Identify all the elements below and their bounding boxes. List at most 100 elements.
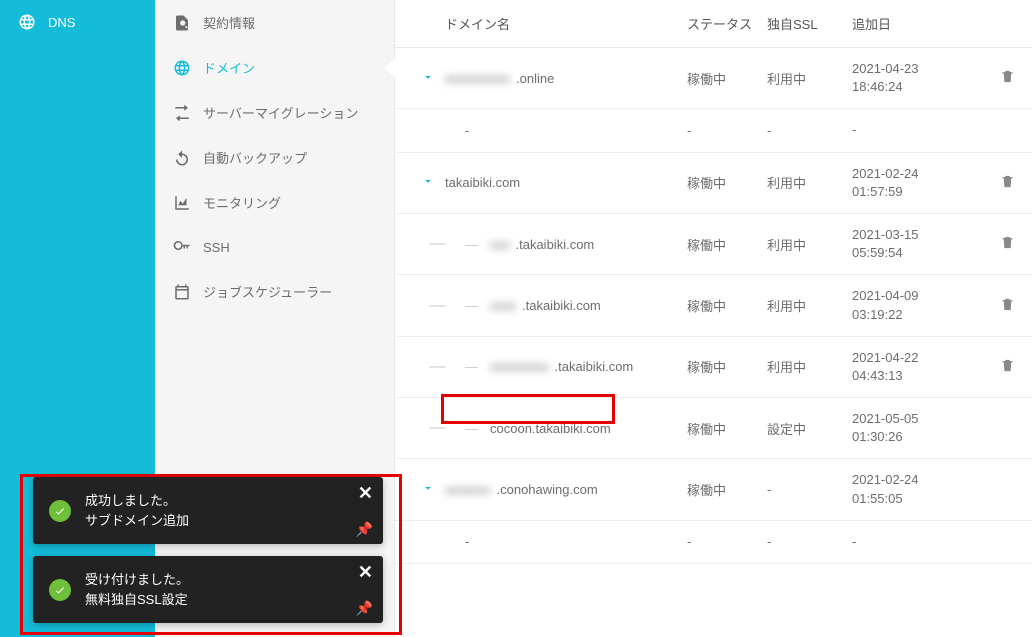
sub-item-scheduler[interactable]: ジョブスケジューラー <box>155 269 394 314</box>
delete-cell[interactable] <box>982 358 1032 376</box>
ssl-cell: - <box>767 482 852 497</box>
header-status: ステータス <box>687 14 767 33</box>
redacted-text: xxxxxxxxxx <box>445 71 510 86</box>
date-cell: 2021-02-2401:55:05 <box>852 471 982 507</box>
globe-icon <box>18 13 36 31</box>
domain-name: .online <box>516 71 554 86</box>
nav-item-dns[interactable]: DNS <box>0 0 155 44</box>
table-row[interactable]: xxxxxxxxxx.online稼働中利用中2021-04-2318:46:2… <box>395 48 1032 109</box>
ssl-cell: 設定中 <box>767 419 852 438</box>
sub-item-migration[interactable]: サーバーマイグレーション <box>155 90 394 135</box>
header-ssl: 独自SSL <box>767 14 852 33</box>
domain-cell: - <box>445 123 687 138</box>
domain-name: .conohawing.com <box>497 482 598 497</box>
close-icon[interactable]: ✕ <box>358 562 373 583</box>
redacted-text: xxx <box>490 237 510 252</box>
table-row[interactable]: ---- <box>395 521 1032 564</box>
domain-cell: xxxxxxxxxx .online <box>445 71 687 86</box>
toast-accepted: 受け付けました。 無料独自SSL設定 ✕ 📌 <box>33 556 383 623</box>
tree-dash-icon: — <box>430 298 446 314</box>
trash-icon[interactable] <box>1000 235 1015 253</box>
sub-item-contract[interactable]: 契約情報 <box>155 0 394 45</box>
sub-item-backup[interactable]: 自動バックアップ <box>155 135 394 180</box>
table-header: ドメイン名 ステータス 独自SSL 追加日 <box>395 0 1032 48</box>
backup-icon <box>173 149 191 167</box>
tree-dash-icon: — <box>465 237 478 252</box>
ssl-cell: 利用中 <box>767 296 852 315</box>
ssl-cell: 利用中 <box>767 173 852 192</box>
nav-item-label: DNS <box>48 15 75 30</box>
tree-dash-icon: — <box>430 359 446 375</box>
delete-cell[interactable] <box>982 174 1032 192</box>
header-date: 追加日 <box>852 14 982 33</box>
tree-dash-icon: — <box>465 421 478 436</box>
status-cell: 稼働中 <box>687 173 767 192</box>
toast-area: 成功しました。 サブドメイン追加 ✕ 📌 受け付けました。 無料独自SSL設定 … <box>33 477 383 623</box>
date-cell: 2021-04-2204:43:13 <box>852 349 982 385</box>
toast-message: 受け付けました。 無料独自SSL設定 <box>85 570 189 609</box>
tree-dash-icon: — <box>465 298 478 313</box>
status-cell: - <box>687 123 767 138</box>
table-row[interactable]: ---- <box>395 109 1032 152</box>
date-cell: 2021-04-2318:46:24 <box>852 60 982 96</box>
domain-cell: xxxxxxx .conohawing.com <box>445 482 687 497</box>
toast-success: 成功しました。 サブドメイン追加 ✕ 📌 <box>33 477 383 544</box>
status-cell: 稼働中 <box>687 69 767 88</box>
redacted-text: xxxxxxxxx <box>490 359 549 374</box>
sub-item-label: 自動バックアップ <box>203 148 307 167</box>
close-icon[interactable]: ✕ <box>358 483 373 504</box>
date-cell: 2021-03-1505:59:54 <box>852 226 982 262</box>
sub-item-label: サーバーマイグレーション <box>203 103 358 122</box>
sub-item-label: ジョブスケジューラー <box>203 282 332 301</box>
pin-icon[interactable]: 📌 <box>356 600 373 617</box>
domain-name: cocoon.takaibiki.com <box>490 421 611 436</box>
table-row[interactable]: takaibiki.com稼働中利用中2021-02-2401:57:59 <box>395 153 1032 214</box>
toast-message: 成功しました。 サブドメイン追加 <box>85 491 189 530</box>
date-cell: 2021-05-0501:30:26 <box>852 410 982 446</box>
redacted-text: xxxx <box>490 298 516 313</box>
trash-icon[interactable] <box>1000 297 1015 315</box>
trash-icon[interactable] <box>1000 69 1015 87</box>
trash-icon[interactable] <box>1000 174 1015 192</box>
redacted-text: xxxxxxx <box>445 482 491 497</box>
delete-cell[interactable] <box>982 297 1032 315</box>
delete-cell[interactable] <box>982 235 1032 253</box>
sub-item-ssh[interactable]: SSH <box>155 225 394 269</box>
date-cell: 2021-04-0903:19:22 <box>852 287 982 323</box>
delete-cell[interactable] <box>982 69 1032 87</box>
tree-dash-icon: — <box>465 359 478 374</box>
sub-item-label: ドメイン <box>203 58 255 77</box>
table-row[interactable]: ——xxx.takaibiki.com稼働中利用中2021-03-1505:59… <box>395 214 1032 275</box>
domain-name: takaibiki.com <box>445 175 520 190</box>
chevron-down-icon[interactable] <box>421 70 435 87</box>
header-domain: ドメイン名 <box>445 14 687 33</box>
table-row[interactable]: ——xxxxxxxxx.takaibiki.com稼働中利用中2021-04-2… <box>395 337 1032 398</box>
trash-icon[interactable] <box>1000 358 1015 376</box>
globe-icon <box>173 59 191 77</box>
status-cell: 稼働中 <box>687 419 767 438</box>
check-icon <box>49 579 71 601</box>
status-cell: 稼働中 <box>687 480 767 499</box>
check-icon <box>49 500 71 522</box>
table-row[interactable]: xxxxxxx .conohawing.com 稼働中-2021-02-2401:5… <box>395 459 1032 520</box>
chevron-down-icon[interactable] <box>421 174 435 191</box>
document-search-icon <box>173 14 191 32</box>
ssl-cell: 利用中 <box>767 357 852 376</box>
domain-cell: — cocoon.takaibiki.com <box>445 421 687 436</box>
sub-item-monitoring[interactable]: モニタリング <box>155 180 394 225</box>
domain-cell: - <box>445 534 687 549</box>
monitoring-icon <box>173 194 191 212</box>
pin-icon[interactable]: 📌 <box>356 521 373 538</box>
ssl-cell: - <box>767 123 852 138</box>
domain-name: .takaibiki.com <box>522 298 601 313</box>
table-row[interactable]: ——xxxx.takaibiki.com稼働中利用中2021-04-0903:1… <box>395 275 1032 336</box>
domain-name: .takaibiki.com <box>516 237 595 252</box>
chevron-down-icon[interactable] <box>421 481 435 498</box>
date-cell: - <box>852 533 982 551</box>
status-cell: 稼働中 <box>687 357 767 376</box>
sub-item-domain[interactable]: ドメイン <box>155 45 394 90</box>
domain-cell: —xxxxxxxxx.takaibiki.com <box>445 359 687 374</box>
tree-dash-icon: — <box>430 420 446 436</box>
status-cell: 稼働中 <box>687 235 767 254</box>
table-row[interactable]: — — cocoon.takaibiki.com 稼働中設定中2021-05-0501… <box>395 398 1032 459</box>
